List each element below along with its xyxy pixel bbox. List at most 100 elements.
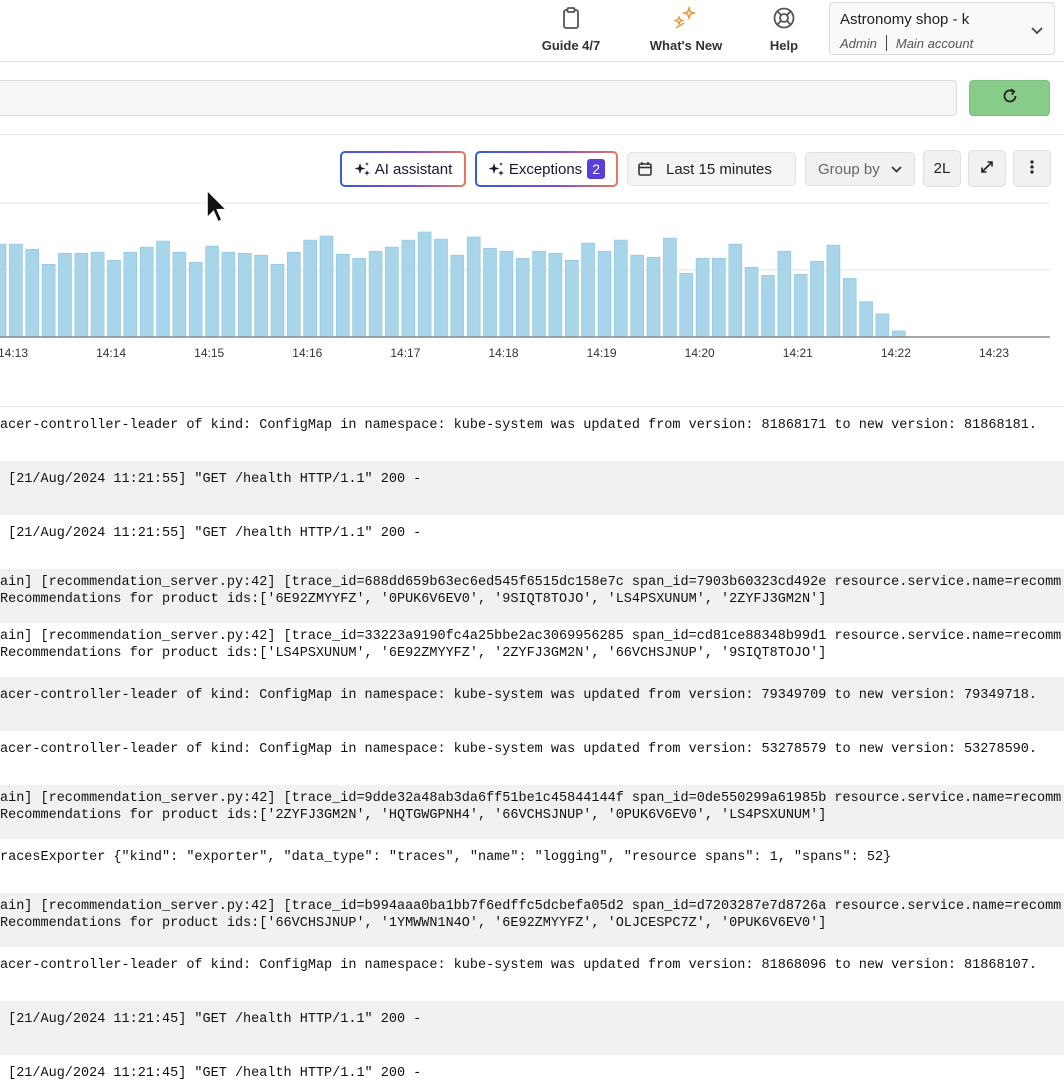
log-line: acer-controller-leader of kind: ConfigMa… [0, 418, 1037, 433]
histogram-bar[interactable] [646, 256, 661, 338]
histogram-bar[interactable] [41, 264, 56, 338]
histogram-bar[interactable] [221, 251, 236, 338]
histogram-bar[interactable] [286, 251, 301, 338]
histogram-bar[interactable] [564, 259, 579, 338]
account-name: Astronomy shop - k [840, 11, 970, 28]
log-row[interactable]: racesExporter {"kind": "exporter", "data… [0, 839, 1064, 893]
histogram-bar[interactable] [336, 253, 350, 338]
histogram-bar[interactable] [90, 251, 105, 338]
histogram-bar[interactable] [385, 246, 399, 338]
histogram-bar[interactable] [581, 242, 595, 338]
histogram-bar[interactable] [663, 237, 677, 338]
histogram-bar[interactable] [25, 248, 40, 338]
x-tick-label: 14:14 [96, 346, 126, 360]
histogram-bar[interactable] [810, 260, 824, 338]
histogram-bar[interactable] [695, 257, 710, 338]
histogram-bar[interactable] [597, 250, 612, 338]
log-line: Recommendations for product ids:['6E92ZM… [0, 592, 827, 607]
histogram-bar[interactable] [712, 257, 726, 338]
histogram-bar[interactable] [9, 243, 23, 338]
histogram-bar[interactable] [613, 239, 628, 338]
account-selector[interactable]: Astronomy shop - k Admin Main account [829, 2, 1055, 55]
group-by-label: Group by [818, 160, 880, 178]
histogram-bar[interactable] [270, 264, 285, 338]
histogram-bar[interactable] [891, 330, 906, 338]
expand-button[interactable] [968, 150, 1006, 187]
more-options-button[interactable] [1013, 150, 1051, 187]
histogram-bar[interactable] [434, 238, 448, 338]
histogram-bar[interactable] [777, 250, 792, 338]
help-button[interactable]: Help [765, 0, 803, 62]
x-tick-label: 14:16 [292, 346, 322, 360]
log-line: ain] [recommendation_server.py:42] [trac… [0, 629, 1062, 644]
histogram-bar[interactable] [679, 273, 694, 338]
histogram-bar[interactable] [499, 250, 514, 338]
exceptions-button[interactable]: Exceptions 2 [475, 151, 618, 187]
log-row[interactable]: [21/Aug/2024 11:21:55] "GET /health HTTP… [0, 461, 1064, 515]
histogram-bar[interactable] [319, 235, 334, 338]
log-row[interactable]: acer-controller-leader of kind: ConfigMa… [0, 407, 1064, 461]
histogram-bar[interactable] [417, 231, 432, 338]
histogram-bar[interactable] [744, 267, 759, 338]
whats-new-button[interactable]: What's New [648, 0, 724, 62]
more-vertical-icon [1029, 159, 1035, 179]
histogram-bar[interactable] [728, 243, 743, 338]
histogram-bar[interactable] [450, 254, 465, 338]
histogram-bar[interactable] [842, 278, 857, 338]
histogram-bar[interactable] [368, 250, 383, 338]
log-row[interactable]: [21/Aug/2024 11:21:45] "GET /health HTTP… [0, 1001, 1064, 1055]
log-row[interactable]: ain] [recommendation_server.py:42] [trac… [0, 623, 1064, 677]
query-bar [0, 63, 1064, 135]
histogram-bar[interactable] [139, 246, 154, 338]
histogram-bar[interactable] [172, 251, 187, 338]
x-tick-label: 14:18 [488, 346, 518, 360]
histogram-bar[interactable] [859, 301, 873, 338]
ai-assistant-button[interactable]: AI assistant [340, 151, 466, 187]
histogram-bar[interactable] [483, 247, 497, 338]
refresh-button[interactable] [969, 80, 1050, 116]
log-row[interactable]: ain] [recommendation_server.py:42] [trac… [0, 893, 1064, 947]
log-row[interactable]: ain] [recommendation_server.py:42] [trac… [0, 785, 1064, 839]
histogram-bar[interactable] [74, 252, 89, 338]
log-row[interactable]: acer-controller-leader of kind: ConfigMa… [0, 731, 1064, 785]
histogram-bar[interactable] [0, 243, 7, 338]
chevron-down-icon [890, 165, 903, 174]
query-input[interactable] [0, 80, 957, 116]
histogram-bar[interactable] [548, 252, 563, 338]
log-row[interactable]: [21/Aug/2024 11:21:55] "GET /health HTTP… [0, 515, 1064, 569]
account-meta: Admin Main account [840, 35, 973, 51]
histogram-bar[interactable] [303, 239, 318, 338]
log-row[interactable]: acer-controller-leader of kind: ConfigMa… [0, 677, 1064, 731]
histogram-bar[interactable] [352, 257, 367, 338]
log-row[interactable]: acer-controller-leader of kind: ConfigMa… [0, 947, 1064, 1001]
histogram-bar[interactable] [761, 275, 775, 338]
histogram-bar[interactable] [107, 259, 121, 338]
guide-button[interactable]: Guide 4/7 [538, 0, 604, 62]
lifebuoy-icon [771, 5, 797, 31]
log-line: [21/Aug/2024 11:21:55] "GET /health HTTP… [0, 472, 422, 487]
histogram-bar[interactable] [793, 274, 808, 338]
histogram-bar[interactable] [826, 244, 841, 338]
histogram-bar[interactable] [188, 261, 203, 338]
histogram-bar[interactable] [238, 252, 252, 338]
lines-toggle-label: 2L [933, 160, 951, 177]
time-range-picker[interactable]: Last 15 minutes [627, 152, 796, 186]
histogram-bar[interactable] [205, 245, 219, 338]
histogram-bar[interactable] [123, 251, 138, 338]
log-row[interactable]: [21/Aug/2024 11:21:45] "GET /health HTTP… [0, 1055, 1064, 1080]
histogram-bar[interactable] [532, 250, 546, 338]
histogram-bar[interactable] [466, 236, 481, 338]
refresh-icon [1001, 87, 1019, 110]
lines-toggle-button[interactable]: 2L [923, 150, 961, 187]
x-tick-label: 14:22 [881, 346, 911, 360]
histogram-bar[interactable] [630, 254, 645, 338]
histogram-bar[interactable] [156, 240, 170, 338]
histogram-bar[interactable] [875, 313, 890, 338]
histogram-bar[interactable] [515, 257, 530, 338]
group-by-dropdown[interactable]: Group by [805, 152, 915, 186]
ai-assistant-label: AI assistant [374, 160, 453, 178]
histogram-bar[interactable] [401, 239, 416, 338]
histogram-bar[interactable] [58, 252, 72, 338]
log-row[interactable]: ain] [recommendation_server.py:42] [trac… [0, 569, 1064, 623]
histogram-bar[interactable] [254, 254, 268, 338]
